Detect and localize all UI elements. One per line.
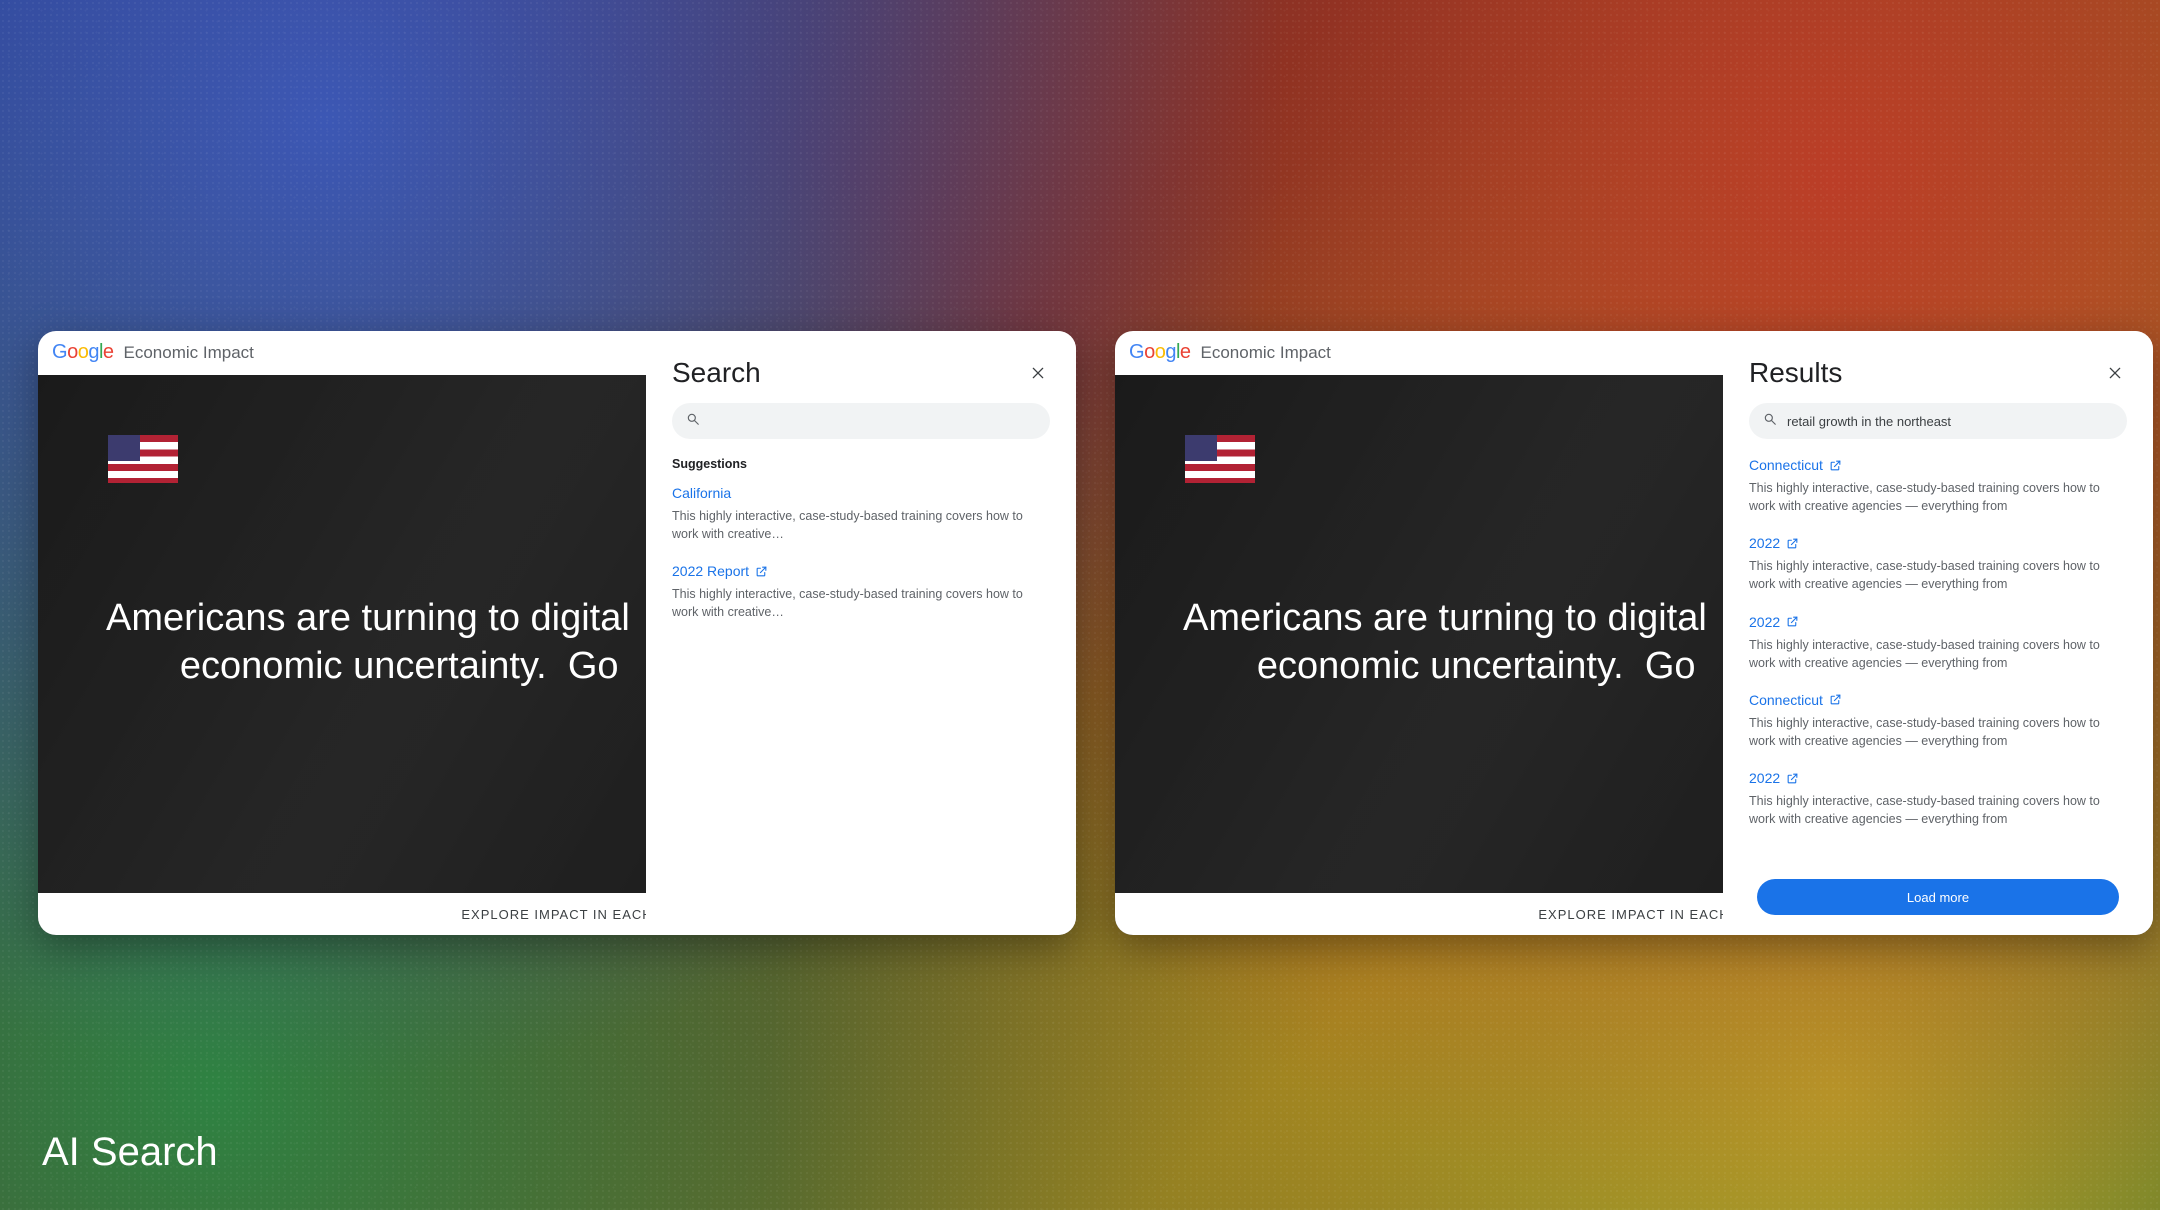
suggestion-item: 2022 Report This highly interactive, cas… [672, 563, 1050, 621]
screenshot-right: Google Economic Impact State Reports U.S… [1115, 331, 2153, 935]
result-link[interactable]: Connecticut [1749, 692, 1842, 708]
search-panel-title: Search [672, 357, 761, 389]
brand-subtitle: Economic Impact [1201, 343, 1331, 363]
search-input[interactable] [710, 414, 1036, 429]
result-desc: This highly interactive, case-study-base… [1749, 792, 2127, 828]
suggestion-link[interactable]: California [672, 485, 731, 501]
result-link[interactable]: Connecticut [1749, 457, 1842, 473]
external-link-icon [755, 565, 768, 578]
screenshot-left: Google Economic Impact State Reports U.S… [38, 331, 1076, 935]
suggestion-desc: This highly interactive, case-study-base… [672, 507, 1050, 543]
us-flag-icon [1185, 435, 1255, 483]
close-icon[interactable] [1026, 361, 1050, 385]
result-desc: This highly interactive, case-study-base… [1749, 636, 2127, 672]
result-desc: This highly interactive, case-study-base… [1749, 714, 2127, 750]
suggestion-link[interactable]: 2022 Report [672, 563, 768, 579]
brand-logo[interactable]: Google Economic Impact [52, 341, 254, 364]
result-desc: This highly interactive, case-study-base… [1749, 479, 2127, 515]
result-desc: This highly interactive, case-study-base… [1749, 557, 2127, 593]
result-link[interactable]: 2022 [1749, 770, 1799, 786]
search-input-wrap[interactable] [1749, 403, 2127, 439]
external-link-icon [1829, 693, 1842, 706]
brand-subtitle: Economic Impact [124, 343, 254, 363]
suggestion-desc: This highly interactive, case-study-base… [672, 585, 1050, 621]
result-item: 2022 This highly interactive, case-study… [1749, 614, 2127, 672]
search-input-wrap[interactable] [672, 403, 1050, 439]
result-item: Connecticut This highly interactive, cas… [1749, 457, 2127, 515]
search-icon [1763, 412, 1777, 431]
search-panel: Search Suggestions California This highl… [646, 331, 1076, 935]
load-more-button[interactable]: Load more [1757, 879, 2119, 915]
result-item: Connecticut This highly interactive, cas… [1749, 692, 2127, 750]
external-link-icon [1786, 537, 1799, 550]
external-link-icon [1786, 615, 1799, 628]
results-panel: Results Connecticut This highly interact… [1723, 331, 2153, 935]
result-link[interactable]: 2022 [1749, 535, 1799, 551]
search-icon [686, 412, 700, 431]
suggestion-item: California This highly interactive, case… [672, 485, 1050, 543]
brand-logo[interactable]: Google Economic Impact [1129, 341, 1331, 364]
search-input[interactable] [1787, 414, 2113, 429]
google-logo: Google [52, 341, 114, 364]
result-item: 2022 This highly interactive, case-study… [1749, 770, 2127, 828]
result-link[interactable]: 2022 [1749, 614, 1799, 630]
us-flag-icon [108, 435, 178, 483]
suggestions-heading: Suggestions [672, 457, 1050, 471]
page-label: AI Search [42, 1130, 218, 1175]
close-icon[interactable] [2103, 361, 2127, 385]
results-panel-title: Results [1749, 357, 1842, 389]
google-logo: Google [1129, 341, 1191, 364]
external-link-icon [1829, 459, 1842, 472]
result-item: 2022 This highly interactive, case-study… [1749, 535, 2127, 593]
external-link-icon [1786, 772, 1799, 785]
